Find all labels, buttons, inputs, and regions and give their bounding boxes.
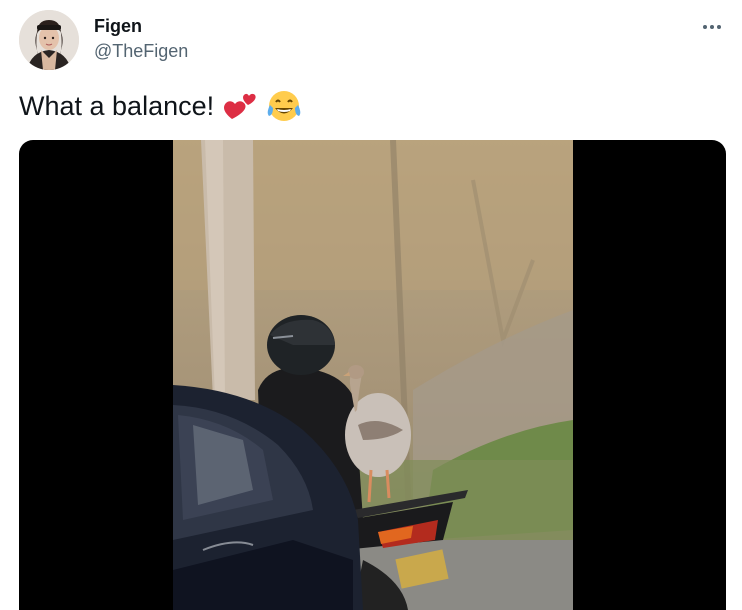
more-options-icon[interactable] <box>700 17 724 37</box>
avatar[interactable] <box>19 10 79 70</box>
video-frame[interactable] <box>173 140 573 610</box>
tears-of-joy-icon <box>266 89 302 123</box>
two-hearts-icon <box>222 89 258 123</box>
tweet-text: What a balance! <box>19 90 215 121</box>
tweet-text-row: What a balance! <box>19 89 302 123</box>
video-still <box>173 140 573 610</box>
avatar-image <box>19 10 79 70</box>
media-container[interactable] <box>19 140 726 610</box>
author-handle[interactable]: @TheFigen <box>94 41 188 62</box>
author-display-name[interactable]: Figen <box>94 16 142 37</box>
